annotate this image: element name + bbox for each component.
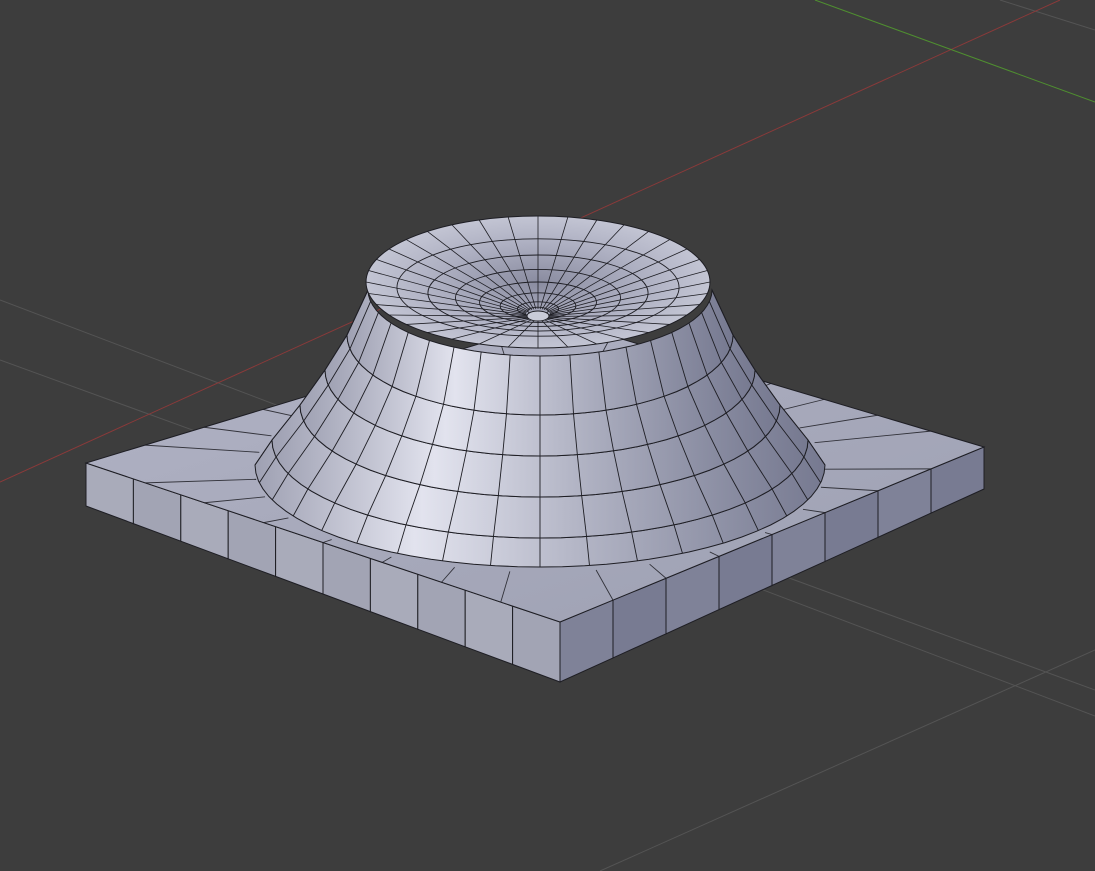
dish-center	[526, 310, 550, 322]
top-dish	[365, 215, 711, 349]
viewport-canvas[interactable]	[0, 0, 1095, 871]
3d-viewport[interactable]	[0, 0, 1095, 871]
